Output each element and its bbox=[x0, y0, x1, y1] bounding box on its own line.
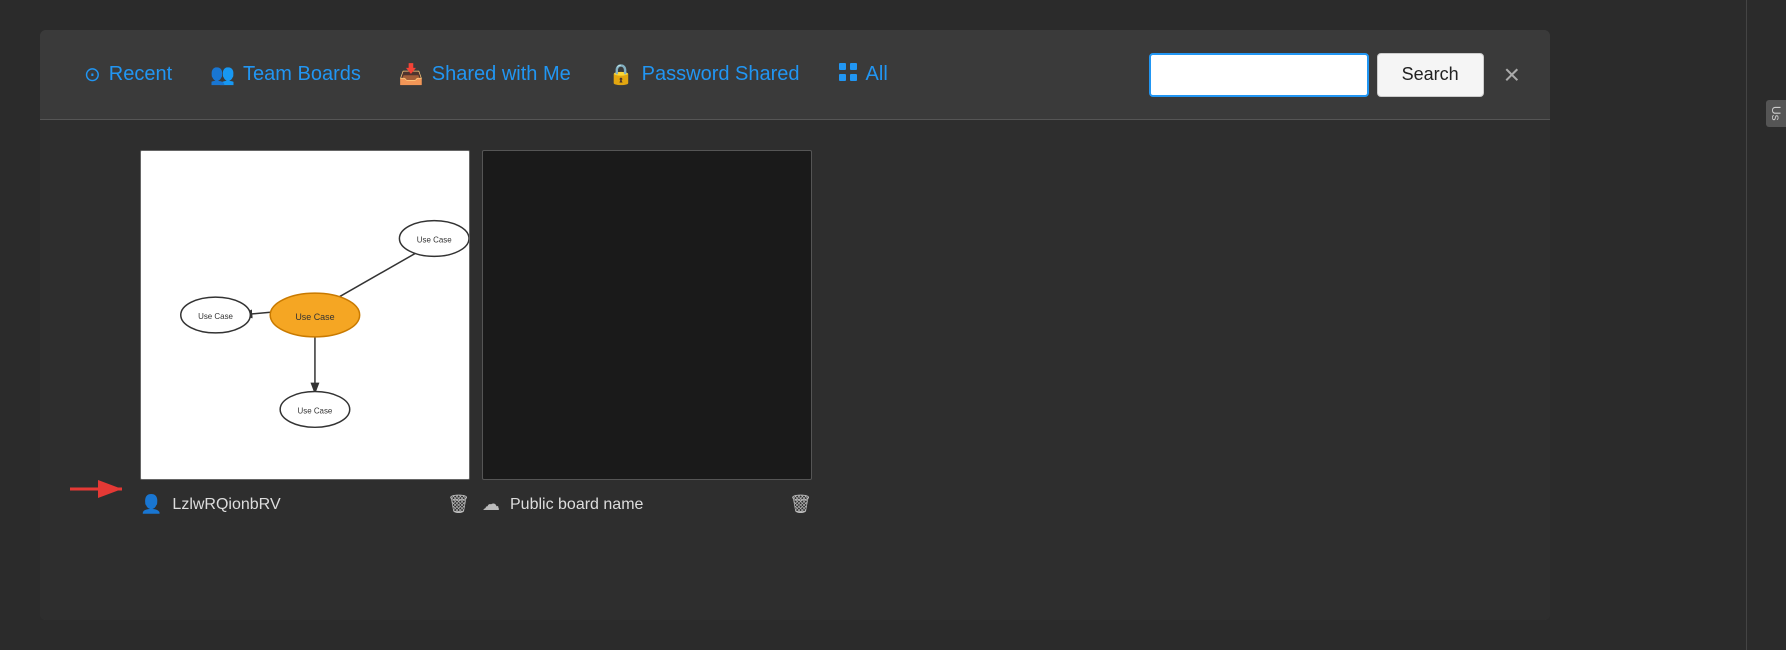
download-icon: 📥 bbox=[399, 62, 424, 87]
nav-label-password-shared: Password Shared bbox=[642, 63, 800, 86]
nav-item-team-boards[interactable]: 👥 Team Boards bbox=[196, 54, 375, 95]
nav-label-recent: Recent bbox=[109, 63, 172, 86]
nav-item-all[interactable]: All bbox=[824, 54, 902, 96]
svg-text:Use Case: Use Case bbox=[298, 406, 333, 415]
svg-text:Use Case: Use Case bbox=[417, 235, 452, 244]
side-panel-label: Us bbox=[1766, 100, 1786, 127]
boards-row: Use Case Use Case Use Case Use Case 👤 bbox=[140, 150, 1520, 515]
board-card-2: ☁ Public board name 🗑 bbox=[482, 150, 812, 515]
nav-item-password-shared[interactable]: 🔒 Password Shared bbox=[595, 54, 814, 95]
nav-item-shared-with-me[interactable]: 📥 Shared with Me bbox=[385, 54, 585, 95]
board-label-1: 👤 LzlwRQionbRV 🗑 bbox=[140, 494, 470, 515]
search-button[interactable]: Search bbox=[1377, 53, 1484, 97]
team-icon: 👥 bbox=[210, 62, 235, 87]
search-button-label: Search bbox=[1402, 64, 1459, 84]
board-label-2: ☁ Public board name 🗑 bbox=[482, 494, 812, 515]
nav-bar: ⊙ Recent 👥 Team Boards 📥 Shared with Me … bbox=[40, 30, 1550, 120]
board-thumbnail-2[interactable] bbox=[482, 150, 812, 480]
svg-text:Use Case: Use Case bbox=[198, 312, 233, 321]
nav-item-recent[interactable]: ⊙ Recent bbox=[70, 54, 186, 95]
close-icon: × bbox=[1504, 59, 1520, 90]
board-thumbnail-1[interactable]: Use Case Use Case Use Case Use Case bbox=[140, 150, 470, 480]
search-input[interactable] bbox=[1149, 53, 1369, 97]
clock-icon: ⊙ bbox=[84, 62, 101, 87]
board-name-1: LzlwRQionbRV bbox=[172, 496, 280, 514]
content-area: Use Case Use Case Use Case Use Case 👤 bbox=[40, 120, 1550, 620]
nav-label-team-boards: Team Boards bbox=[243, 63, 361, 86]
main-panel: ⊙ Recent 👥 Team Boards 📥 Shared with Me … bbox=[40, 30, 1550, 620]
search-area: Search × bbox=[1149, 53, 1520, 97]
selection-arrow bbox=[70, 477, 130, 501]
delete-board-2-button[interactable]: 🗑 bbox=[789, 494, 812, 515]
nav-label-shared-with-me: Shared with Me bbox=[432, 63, 571, 86]
board-card-1: Use Case Use Case Use Case Use Case 👤 bbox=[140, 150, 470, 515]
board-name-2: Public board name bbox=[510, 496, 643, 514]
svg-text:Use Case: Use Case bbox=[295, 312, 334, 322]
user-icon: 👤 bbox=[140, 494, 162, 515]
delete-board-1-button[interactable]: 🗑 bbox=[447, 494, 470, 515]
nav-label-all: All bbox=[866, 63, 888, 86]
lock-icon: 🔒 bbox=[609, 62, 634, 87]
cloud-icon: ☁ bbox=[482, 494, 500, 515]
close-button[interactable]: × bbox=[1504, 61, 1520, 89]
grid-icon bbox=[838, 62, 858, 88]
